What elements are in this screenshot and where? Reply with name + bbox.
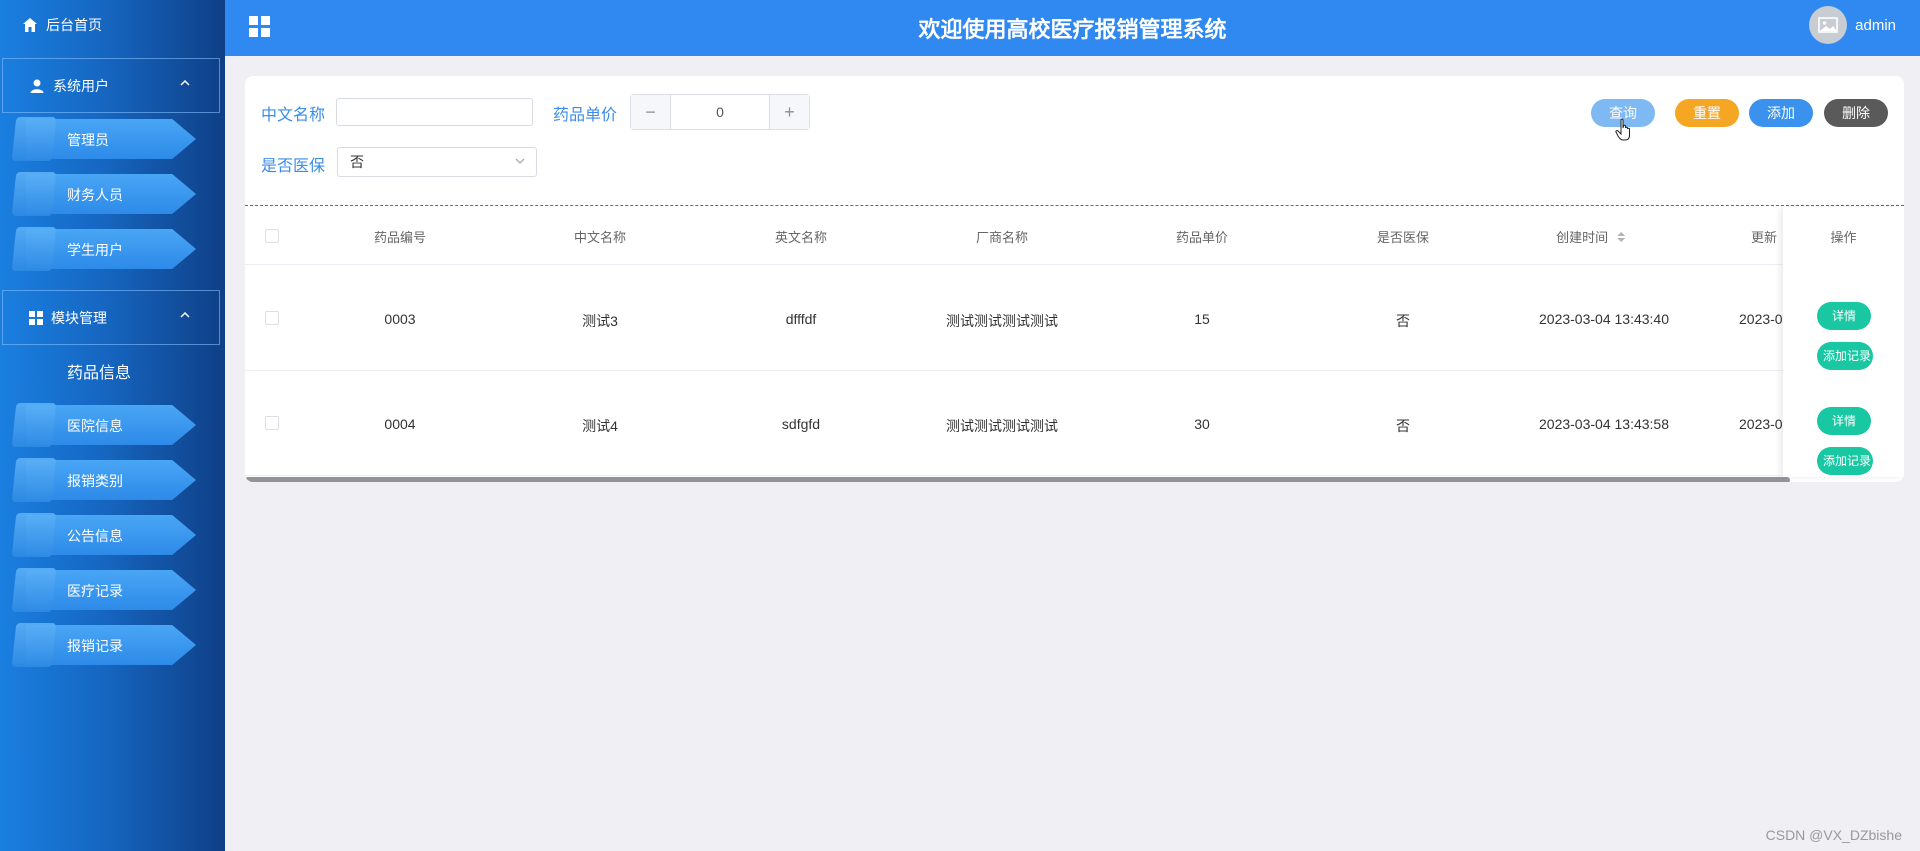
sidebar-item-reimbursement-category[interactable]: 报销类别	[11, 458, 196, 502]
sidebar-item-hospital-info[interactable]: 医院信息	[11, 403, 196, 447]
grid-icon	[29, 310, 43, 325]
insurance-select[interactable]: 否	[337, 147, 537, 177]
sidebar-item-medical-records[interactable]: 医疗记录	[11, 568, 196, 612]
sidebar-item-drug-info[interactable]: 药品信息	[67, 359, 131, 383]
column-header-created-time[interactable]: 创建时间	[1556, 227, 1626, 246]
table-row[interactable]: 0003 测试3 dfffdf 测试测试测试测试 15 否 2023-03-04…	[245, 266, 1904, 371]
chevron-down-icon	[515, 158, 525, 164]
reset-button[interactable]: 重置	[1675, 99, 1739, 127]
cell-price: 15	[1194, 311, 1210, 327]
filter-divider	[245, 205, 1904, 206]
sidebar-item-label: 医疗记录	[67, 583, 123, 599]
sidebar-item-finance-staff[interactable]: 财务人员	[11, 172, 196, 216]
insurance-select-value: 否	[350, 154, 364, 170]
decrement-button[interactable]: −	[631, 95, 671, 129]
home-icon	[23, 18, 37, 32]
sidebar-item-admin[interactable]: 管理员	[11, 117, 196, 161]
sidebar-group-label: 模块管理	[51, 309, 107, 326]
sidebar-home-label: 后台首页	[46, 17, 102, 33]
user-icon	[30, 79, 44, 93]
name-filter-input[interactable]	[336, 98, 533, 126]
sidebar-item-student-users[interactable]: 学生用户	[11, 227, 196, 271]
add-record-button[interactable]: 添加记录	[1817, 342, 1873, 370]
cell-price: 30	[1194, 416, 1210, 432]
image-icon	[1818, 17, 1838, 33]
price-filter-label: 药品单价	[553, 107, 618, 124]
page-title: 欢迎使用高校医疗报销管理系统	[918, 17, 1227, 42]
cell-drug-id: 0003	[384, 311, 416, 327]
sidebar-item-label: 学生用户	[67, 242, 123, 258]
cell-manufacturer: 测试测试测试测试	[946, 313, 1058, 329]
column-header-operation: 操作	[1830, 230, 1857, 245]
select-all-checkbox[interactable]	[265, 229, 279, 243]
cell-insurance: 否	[1396, 418, 1410, 434]
add-button[interactable]: 添加	[1749, 99, 1813, 127]
sidebar-group-label: 系统用户	[53, 77, 109, 94]
cell-cn-name: 测试4	[582, 418, 618, 434]
sidebar-item-label: 医院信息	[67, 418, 123, 434]
table-header: 药品编号 中文名称 英文名称 厂商名称 药品单价 是否医保 创建时间 更新	[245, 207, 1904, 265]
column-header-manufacturer: 厂商名称	[975, 230, 1029, 245]
row-checkbox[interactable]	[265, 311, 279, 325]
sidebar: 后台首页 系统用户 管理员 财务人员 学生用户 模块管理 药品信息 医院信息 报…	[0, 0, 225, 851]
price-stepper-value[interactable]: 0	[671, 95, 769, 129]
cell-created-time: 2023-03-04 13:43:40	[1539, 311, 1669, 327]
cell-en-name: sdfgfd	[781, 416, 821, 432]
sidebar-item-announcements[interactable]: 公告信息	[11, 513, 196, 557]
user-menu[interactable]: admin	[1809, 6, 1896, 44]
chevron-up-icon	[180, 311, 190, 318]
name-filter-label: 中文名称	[261, 107, 326, 124]
column-header-en-name: 英文名称	[774, 230, 828, 245]
table-row[interactable]: 0004 测试4 sdfgfd 测试测试测试测试 30 否 2023-03-04…	[245, 371, 1904, 476]
column-header-updated-time: 更新	[1750, 230, 1778, 245]
column-header-drug-id: 药品编号	[373, 230, 427, 245]
row-checkbox[interactable]	[265, 416, 279, 430]
sidebar-item-label: 管理员	[67, 132, 109, 148]
sidebar-item-label: 报销类别	[67, 473, 123, 489]
price-stepper: − 0 +	[630, 94, 810, 130]
sidebar-item-label: 财务人员	[67, 187, 123, 203]
main-panel: 中文名称 药品单价 − 0 + 是否医保 否 查询 重置 添加 删除 药品编号 …	[245, 76, 1904, 482]
insurance-filter-label: 是否医保	[261, 158, 326, 175]
cell-updated-time: 2023-0	[1739, 416, 1783, 432]
username: admin	[1855, 16, 1896, 34]
sidebar-item-label: 公告信息	[67, 528, 123, 544]
cell-en-name: dfffdf	[785, 311, 817, 327]
hand-cursor-icon	[1615, 118, 1630, 141]
sidebar-item-label: 报销记录	[67, 638, 123, 654]
cell-updated-time: 2023-0	[1739, 311, 1783, 327]
cell-manufacturer: 测试测试测试测试	[946, 418, 1058, 434]
sidebar-home[interactable]: 后台首页	[0, 0, 225, 50]
column-header-label: 创建时间	[1556, 230, 1609, 245]
sidebar-item-reimbursement-records[interactable]: 报销记录	[11, 623, 196, 667]
cell-insurance: 否	[1396, 313, 1410, 329]
horizontal-scrollbar[interactable]	[245, 477, 1790, 482]
chevron-up-icon	[180, 79, 190, 86]
detail-button[interactable]: 详情	[1817, 407, 1871, 435]
cell-created-time: 2023-03-04 13:43:58	[1539, 416, 1669, 432]
add-record-button[interactable]: 添加记录	[1817, 447, 1873, 475]
column-header-insurance: 是否医保	[1376, 230, 1430, 245]
column-header-cn-name: 中文名称	[573, 230, 627, 245]
sort-icon	[1616, 232, 1625, 242]
column-header-price: 药品单价	[1175, 230, 1229, 245]
avatar	[1809, 6, 1848, 44]
cell-cn-name: 测试3	[582, 313, 618, 329]
sidebar-group-module-management[interactable]: 模块管理	[2, 290, 220, 345]
increment-button[interactable]: +	[769, 95, 809, 129]
delete-button[interactable]: 删除	[1824, 99, 1888, 127]
detail-button[interactable]: 详情	[1817, 302, 1871, 330]
top-header: 欢迎使用高校医疗报销管理系统 admin	[225, 0, 1920, 56]
cell-drug-id: 0004	[384, 416, 416, 432]
watermark: CSDN @VX_DZbishe	[1765, 827, 1902, 843]
sidebar-group-system-users[interactable]: 系统用户	[2, 58, 220, 113]
operation-column: 操作 详情 添加记录 详情 添加记录	[1783, 207, 1904, 477]
